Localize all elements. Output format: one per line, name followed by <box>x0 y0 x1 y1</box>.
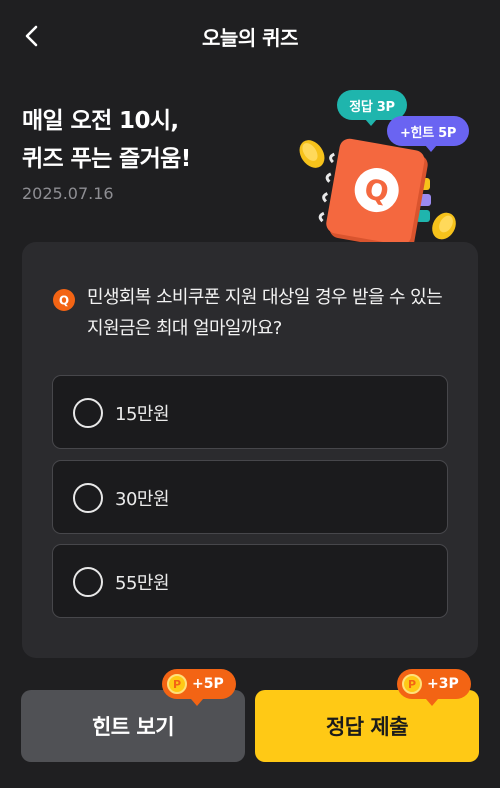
submit-reward-badge: P +3P <box>397 669 471 706</box>
hint-reward-badge: P +5P <box>162 669 236 706</box>
answer-option-1[interactable]: 15만원 <box>52 375 448 449</box>
hero-title: 매일 오전 10시, 퀴즈 푸는 즐거움! <box>22 102 191 178</box>
question-badge-icon: Q <box>53 289 75 311</box>
submit-reward-text: +3P <box>427 676 459 692</box>
quiz-date: 2025.07.16 <box>22 184 114 203</box>
hero-section: 매일 오전 10시, 퀴즈 푸는 즐거움! 2025.07.16 Q 정답 3P… <box>0 72 500 250</box>
point-coin-icon: P <box>402 674 422 694</box>
quiz-notebook-illustration: Q <box>299 138 456 250</box>
radio-circle-icon[interactable] <box>73 398 103 428</box>
hero-title-line1: 매일 오전 10시, <box>22 108 179 134</box>
top-bar: 오늘의 퀴즈 <box>0 0 500 72</box>
answer-points-bubble: 정답 3P <box>337 90 407 126</box>
svg-text:Q: Q <box>59 294 69 308</box>
answer-option-3[interactable]: 55만원 <box>52 544 448 618</box>
answer-option-label: 55만원 <box>115 573 170 594</box>
hint-button[interactable]: 힌트 보기 <box>21 690 245 762</box>
page-title: 오늘의 퀴즈 <box>202 26 298 50</box>
quiz-card: Q 민생회복 소비쿠폰 지원 대상일 경우 받을 수 있는 지원금은 최대 얼마… <box>22 242 478 658</box>
radio-circle-icon[interactable] <box>73 483 103 513</box>
radio-circle-icon[interactable] <box>73 567 103 597</box>
hero-title-line2: 퀴즈 푸는 즐거움! <box>22 146 191 172</box>
answer-option-label: 15만원 <box>115 404 170 425</box>
question-text: 민생회복 소비쿠폰 지원 대상일 경우 받을 수 있는 지원금은 최대 얼마일까… <box>87 287 443 339</box>
point-coin-icon: P <box>167 674 187 694</box>
submit-answer-button[interactable]: 정답 제출 <box>255 690 479 762</box>
hint-points-bubble: +힌트 5P <box>387 116 469 152</box>
answer-option-2[interactable]: 30만원 <box>52 460 448 534</box>
hint-reward-text: +5P <box>192 676 224 692</box>
answer-option-label: 30만원 <box>115 489 170 510</box>
